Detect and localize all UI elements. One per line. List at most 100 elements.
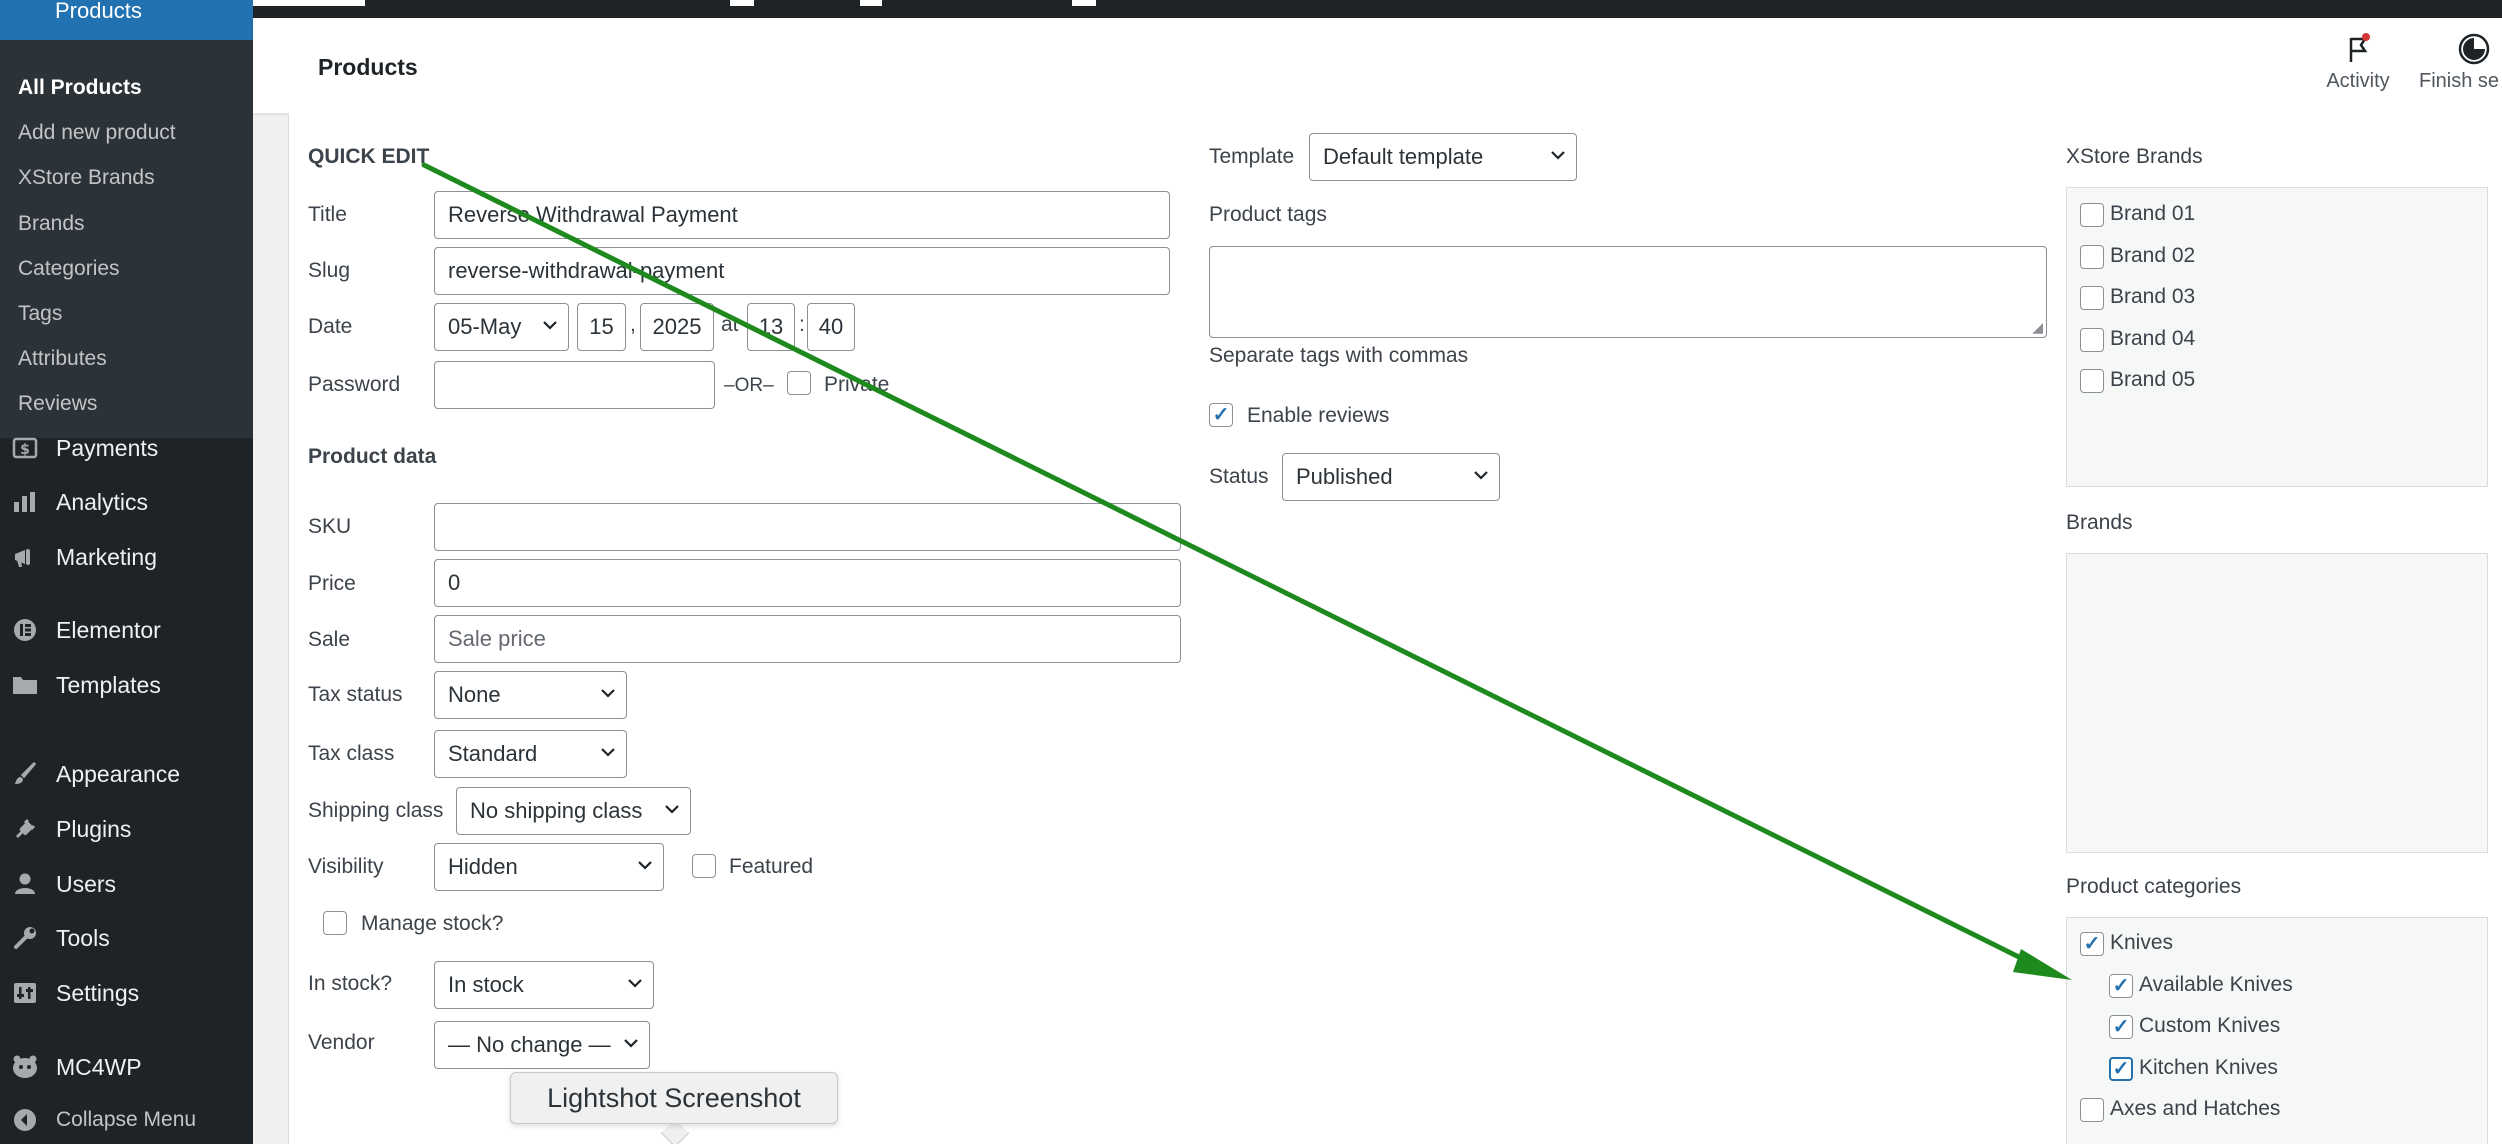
brand-04-label: Brand 04 bbox=[2110, 327, 2196, 350]
activity-button[interactable]: Activity bbox=[2303, 32, 2413, 93]
menu-appearance[interactable]: Appearance bbox=[10, 754, 180, 794]
product-categories-heading: Product categories bbox=[2066, 875, 2242, 898]
finish-setup-label: Finish se bbox=[2419, 70, 2500, 92]
price-input[interactable]: 0 bbox=[434, 559, 1181, 607]
page-title: Products bbox=[318, 54, 418, 80]
chevron-down-icon bbox=[600, 742, 616, 767]
product-tags-label: Product tags bbox=[1209, 203, 1327, 226]
page-header: Products Activity Finish se bbox=[253, 18, 2502, 113]
resize-handle-icon[interactable]: ◢ bbox=[2032, 319, 2043, 336]
admin-bar-icon[interactable] bbox=[730, 0, 754, 6]
sale-price-input[interactable]: Sale price bbox=[434, 615, 1181, 663]
admin-bar-icon[interactable] bbox=[860, 0, 882, 6]
elementor-icon bbox=[10, 617, 40, 643]
brand-05-checkbox[interactable] bbox=[2080, 369, 2104, 393]
visibility-value: Hidden bbox=[448, 854, 518, 879]
submenu-add-new-product[interactable]: Add new product bbox=[18, 121, 176, 145]
xstore-brands-checklist: Brand 01 Brand 02 Brand 03 Brand 04 Bran… bbox=[2066, 187, 2488, 487]
private-label: Private bbox=[824, 373, 890, 396]
menu-marketing[interactable]: Marketing bbox=[10, 537, 157, 577]
slug-label: Slug bbox=[308, 259, 351, 282]
checkmark-icon: ✓ bbox=[2112, 1016, 2130, 1038]
brand-04-checkbox[interactable] bbox=[2080, 328, 2104, 352]
collapse-menu[interactable]: Collapse Menu bbox=[10, 1100, 196, 1140]
category-custom-knives-label: Custom Knives bbox=[2139, 1014, 2281, 1037]
menu-tools[interactable]: Tools bbox=[10, 918, 110, 958]
vendor-value: — No change — bbox=[448, 1032, 611, 1057]
product-tags-textarea[interactable]: ◢ bbox=[1209, 246, 2047, 338]
checkmark-icon: ✓ bbox=[2083, 933, 2101, 955]
menu-mc4wp[interactable]: MC4WP bbox=[10, 1047, 142, 1087]
sku-input[interactable] bbox=[434, 503, 1181, 551]
brand-05-label: Brand 05 bbox=[2110, 368, 2196, 391]
submenu-all-products[interactable]: All Products bbox=[18, 76, 142, 100]
date-minute-input[interactable]: 40 bbox=[807, 303, 855, 351]
brand-03-checkbox[interactable] bbox=[2080, 286, 2104, 310]
date-hour-input[interactable]: 13 bbox=[747, 303, 795, 351]
date-day-input[interactable]: 15 bbox=[577, 303, 626, 351]
category-custom-knives-checkbox[interactable]: ✓ bbox=[2109, 1015, 2133, 1039]
status-select[interactable]: Published bbox=[1282, 453, 1500, 501]
date-colon: : bbox=[799, 313, 805, 336]
admin-bar-icon[interactable] bbox=[1072, 0, 1096, 6]
menu-plugins[interactable]: Plugins bbox=[10, 809, 131, 849]
menu-templates[interactable]: Templates bbox=[10, 665, 161, 705]
menu-elementor[interactable]: Elementor bbox=[10, 610, 161, 650]
category-kitchen-knives-label: Kitchen Knives bbox=[2139, 1056, 2278, 1079]
menu-payments[interactable]: $ Payments bbox=[10, 428, 158, 468]
category-available-knives-label: Available Knives bbox=[2139, 973, 2293, 996]
title-input[interactable]: Reverse Withdrawal Payment bbox=[434, 191, 1170, 239]
chevron-down-icon bbox=[637, 855, 653, 880]
enable-reviews-label: Enable reviews bbox=[1247, 404, 1390, 427]
vendor-select[interactable]: — No change — bbox=[434, 1021, 650, 1069]
menu-analytics[interactable]: Analytics bbox=[10, 482, 148, 522]
tax-status-value: None bbox=[448, 682, 501, 707]
collapse-icon bbox=[10, 1107, 40, 1133]
private-checkbox[interactable] bbox=[787, 371, 811, 395]
chevron-down-icon bbox=[600, 683, 616, 708]
menu-marketing-label: Marketing bbox=[56, 543, 157, 570]
sidebar-current-products[interactable]: Products bbox=[0, 0, 253, 40]
tax-class-select[interactable]: Standard bbox=[434, 730, 627, 778]
category-axes-and-hatches-checkbox[interactable] bbox=[2080, 1098, 2104, 1122]
wrench-icon bbox=[10, 925, 40, 951]
megaphone-icon bbox=[10, 544, 40, 570]
menu-users[interactable]: Users bbox=[10, 864, 116, 904]
brand-01-checkbox[interactable] bbox=[2080, 203, 2104, 227]
visibility-select[interactable]: Hidden bbox=[434, 843, 664, 891]
tax-status-select[interactable]: None bbox=[434, 671, 627, 719]
lightshot-tooltip: Lightshot Screenshot bbox=[510, 1072, 838, 1124]
template-label: Template bbox=[1209, 145, 1295, 168]
template-select[interactable]: Default template bbox=[1309, 133, 1577, 181]
submenu-brands[interactable]: Brands bbox=[18, 212, 85, 236]
submenu-attributes[interactable]: Attributes bbox=[18, 347, 107, 371]
vendor-label: Vendor bbox=[308, 1031, 375, 1054]
submenu-reviews[interactable]: Reviews bbox=[18, 392, 97, 416]
enable-reviews-checkbox[interactable]: ✓ bbox=[1209, 403, 1233, 427]
category-available-knives-checkbox[interactable]: ✓ bbox=[2109, 974, 2133, 998]
category-kitchen-knives-checkbox[interactable]: ✓ bbox=[2109, 1057, 2133, 1081]
shipping-class-select[interactable]: No shipping class bbox=[456, 787, 691, 835]
submenu-xstore-brands[interactable]: XStore Brands bbox=[18, 166, 155, 190]
menu-settings[interactable]: Settings bbox=[10, 973, 139, 1013]
brand-02-checkbox[interactable] bbox=[2080, 245, 2104, 269]
date-month-select[interactable]: 05-May bbox=[434, 303, 569, 351]
submenu-tags[interactable]: Tags bbox=[18, 302, 62, 326]
date-year-input[interactable]: 2025 bbox=[640, 303, 714, 351]
quick-edit-heading: QUICK EDIT bbox=[308, 145, 430, 168]
category-knives-checkbox[interactable]: ✓ bbox=[2080, 932, 2104, 956]
status-label: Status bbox=[1209, 465, 1269, 488]
template-value: Default template bbox=[1323, 144, 1484, 169]
manage-stock-checkbox[interactable] bbox=[323, 911, 347, 935]
menu-plugins-label: Plugins bbox=[56, 815, 132, 842]
featured-checkbox[interactable] bbox=[692, 854, 716, 878]
submenu-categories[interactable]: Categories bbox=[18, 257, 120, 281]
finish-setup-button[interactable]: Finish se bbox=[2419, 32, 2502, 93]
password-input[interactable] bbox=[434, 361, 715, 409]
product-categories-checklist: ✓ Knives ✓ Available Knives ✓ Custom Kni… bbox=[2066, 917, 2488, 1144]
admin-sidebar: Products All Products Add new product XS… bbox=[0, 0, 253, 1144]
slug-input[interactable]: reverse-withdrawal-payment bbox=[434, 247, 1170, 295]
chevron-down-icon bbox=[664, 799, 680, 824]
stock-status-select[interactable]: In stock bbox=[434, 961, 654, 1009]
menu-payments-label: Payments bbox=[56, 434, 159, 461]
